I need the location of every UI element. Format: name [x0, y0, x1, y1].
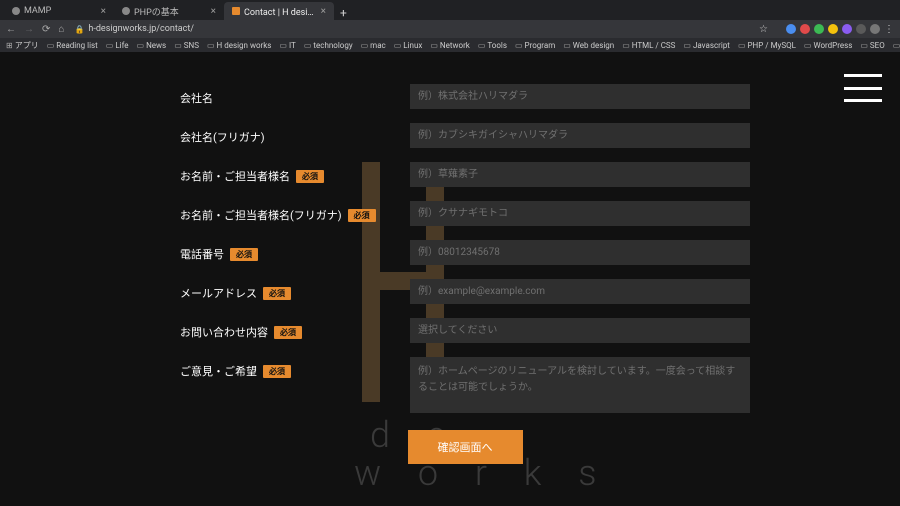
name-input[interactable]	[410, 162, 750, 187]
required-badge: 必須	[263, 365, 291, 378]
required-badge: 必須	[263, 287, 291, 300]
submit-button[interactable]: 確認画面へ	[408, 430, 523, 464]
extension-icon[interactable]	[842, 24, 852, 34]
tab-title: PHPの基本	[134, 5, 179, 18]
lock-icon: 🔒	[74, 25, 84, 34]
label-company-kana: 会社名(フリガナ)	[180, 129, 265, 145]
contact-form: 会社名 会社名(フリガナ) お名前・ご担当者様名 必須 お名前・ご担当者様名(フ…	[180, 84, 750, 464]
company-input[interactable]	[410, 84, 750, 109]
label-message: ご意見・ご希望	[180, 363, 257, 379]
extension-icon[interactable]	[856, 24, 866, 34]
bookmark-folder[interactable]: ▭News	[137, 41, 167, 50]
bookmark-folder[interactable]: ▭Life	[106, 41, 129, 50]
bookmark-folder[interactable]: ▭Javascript	[683, 41, 730, 50]
favicon-icon	[232, 7, 240, 15]
row-email: メールアドレス 必須	[180, 279, 750, 304]
bookmark-folder[interactable]: ▭SNS	[174, 41, 199, 50]
bookmark-folder[interactable]: ▭Web design	[563, 41, 614, 50]
bookmark-folder[interactable]: ▭SEO	[860, 41, 884, 50]
tab-title: MAMP	[24, 6, 51, 16]
tab-mamp[interactable]: MAMP ×	[4, 2, 114, 20]
row-phone: 電話番号 必須	[180, 240, 750, 265]
bookmark-folder[interactable]: ▭WordPress	[804, 41, 852, 50]
browser-chrome: MAMP × PHPの基本 × Contact | H designworks …	[0, 0, 900, 52]
phone-input[interactable]	[410, 240, 750, 265]
bookmark-folder[interactable]: ▭technology	[304, 41, 353, 50]
bookmark-folder[interactable]: ▭PHP / MySQL	[738, 41, 796, 50]
required-badge: 必須	[348, 209, 376, 222]
row-subject: お問い合わせ内容 必須	[180, 318, 750, 343]
row-name: お名前・ご担当者様名 必須	[180, 162, 750, 187]
url-text: h-designworks.jp/contact/	[88, 24, 194, 34]
bookmark-folder[interactable]: ▭Program	[515, 41, 555, 50]
extension-icon[interactable]	[786, 24, 796, 34]
required-badge: 必須	[296, 170, 324, 183]
extension-icon[interactable]	[828, 24, 838, 34]
row-company-kana: 会社名(フリガナ)	[180, 123, 750, 148]
label-name: お名前・ご担当者様名	[180, 168, 290, 184]
new-tab-button[interactable]: +	[334, 6, 353, 20]
bookmark-folder[interactable]: ▭Tools	[478, 41, 507, 50]
label-email: メールアドレス	[180, 285, 257, 301]
bookmark-folder[interactable]: ▭HTML / CSS	[622, 41, 675, 50]
bookmark-folder[interactable]: ▭C language	[893, 41, 900, 50]
bookmark-folder[interactable]: ▭Reading list	[47, 41, 98, 50]
email-input[interactable]	[410, 279, 750, 304]
row-company: 会社名	[180, 84, 750, 109]
avatar[interactable]	[870, 24, 880, 34]
back-button[interactable]: ←	[6, 24, 16, 35]
label-subject: お問い合わせ内容	[180, 324, 268, 340]
bookmark-folder[interactable]: ▭IT	[279, 41, 295, 50]
message-textarea[interactable]	[410, 357, 750, 413]
forward-button[interactable]: →	[24, 24, 34, 35]
page-content: d e w o r k s 会社名 会社名(フリガナ) お名前・ご担当者様名 必…	[0, 52, 900, 506]
bookmark-folder[interactable]: ▭H design works	[207, 41, 271, 50]
label-company: 会社名	[180, 90, 213, 106]
close-icon[interactable]: ×	[211, 6, 216, 17]
tab-title: Contact | H designworks / アッ	[244, 5, 317, 18]
tab-contact[interactable]: Contact | H designworks / アッ ×	[224, 2, 334, 20]
close-icon[interactable]: ×	[321, 6, 326, 17]
address-bar: ← → ⟳ ⌂ 🔒 h-designworks.jp/contact/ ☆ ⋮	[0, 20, 900, 38]
apps-button[interactable]: ⊞アプリ	[6, 40, 39, 51]
bookmark-folder[interactable]: ▭Linux	[394, 41, 423, 50]
home-button[interactable]: ⌂	[58, 24, 64, 35]
required-badge: 必須	[274, 326, 302, 339]
url-field[interactable]: 🔒 h-designworks.jp/contact/	[70, 24, 198, 34]
label-phone: 電話番号	[180, 246, 224, 262]
extension-icon[interactable]	[800, 24, 810, 34]
label-name-kana: お名前・ご担当者様名(フリガナ)	[180, 207, 342, 223]
menu-icon[interactable]: ⋮	[884, 24, 894, 35]
extension-icon[interactable]	[814, 24, 824, 34]
tab-bar: MAMP × PHPの基本 × Contact | H designworks …	[0, 0, 900, 20]
reload-button[interactable]: ⟳	[42, 24, 50, 35]
bookmarks-bar: ⊞アプリ ▭Reading list ▭Life ▭News ▭SNS ▭H d…	[0, 38, 900, 52]
favicon-icon	[12, 7, 20, 15]
row-message: ご意見・ご希望 必須	[180, 357, 750, 416]
favicon-icon	[122, 7, 130, 15]
name-kana-input[interactable]	[410, 201, 750, 226]
bookmark-folder[interactable]: ▭Network	[430, 41, 469, 50]
extension-icon[interactable]	[772, 24, 782, 34]
bookmark-folder[interactable]: ▭mac	[361, 41, 386, 50]
close-icon[interactable]: ×	[101, 6, 106, 17]
hamburger-menu[interactable]	[844, 74, 882, 102]
required-badge: 必須	[230, 248, 258, 261]
row-name-kana: お名前・ご担当者様名(フリガナ) 必須	[180, 201, 750, 226]
star-icon[interactable]: ☆	[759, 24, 768, 35]
subject-select[interactable]	[410, 318, 750, 343]
company-kana-input[interactable]	[410, 123, 750, 148]
tab-php[interactable]: PHPの基本 ×	[114, 2, 224, 20]
